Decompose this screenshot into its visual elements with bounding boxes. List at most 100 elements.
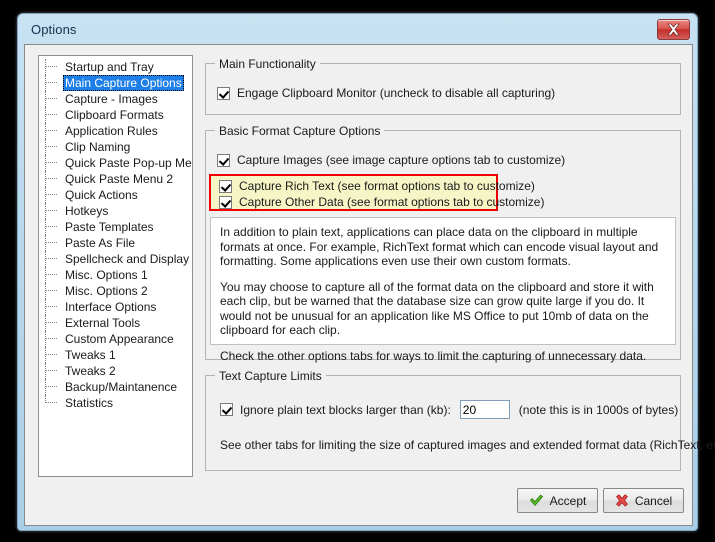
main-functionality-group: Main Functionality Engage Clipboard Moni…	[205, 57, 681, 115]
sidebar-item-label: Startup and Tray	[65, 60, 154, 74]
accept-button[interactable]: Accept	[517, 488, 598, 513]
tree-branch-icon	[45, 146, 57, 148]
tree-branch-icon	[45, 82, 57, 84]
tree-list: Startup and Tray Main Capture Options Capt…	[39, 59, 192, 411]
text-size-limit-input[interactable]	[459, 400, 510, 419]
sidebar-item-clip-naming[interactable]: Clip Naming	[39, 139, 192, 155]
description-paragraph-2: You may choose to capture all of the for…	[220, 279, 654, 338]
tree-branch-icon	[45, 98, 57, 100]
tree-branch-icon	[45, 130, 57, 132]
tree-branch-icon	[45, 178, 57, 180]
sidebar-item-label: Clipboard Formats	[65, 108, 164, 122]
format-description-panel: In addition to plain text, applications …	[210, 217, 676, 363]
sidebar-item-misc-options-2[interactable]: Misc. Options 2	[39, 283, 192, 299]
description-paragraph-3: Check the other options tabs for ways to…	[220, 348, 647, 363]
capture-other-data-row[interactable]: Capture Other Data (see format options t…	[219, 195, 544, 209]
sidebar-item-capture-images[interactable]: Capture - Images	[39, 91, 192, 107]
options-category-tree[interactable]: Startup and Tray Main Capture Options Capt…	[38, 55, 193, 477]
text-size-limit-note: (note this is in 1000s of bytes)	[518, 402, 679, 417]
window-title: Options	[31, 22, 77, 37]
sidebar-item-hotkeys[interactable]: Hotkeys	[39, 203, 192, 219]
sidebar-item-paste-as-file[interactable]: Paste As File	[39, 235, 192, 251]
capture-images-row[interactable]: Capture Images (see image capture option…	[217, 153, 565, 167]
sidebar-item-label: Quick Actions	[65, 188, 138, 202]
tree-branch-icon	[45, 194, 57, 196]
sidebar-item-label: Misc. Options 2	[65, 284, 148, 298]
engage-clipboard-monitor-label: Engage Clipboard Monitor (uncheck to dis…	[237, 86, 556, 100]
tree-branch-icon	[45, 258, 57, 260]
sidebar-item-label: Custom Appearance	[65, 332, 174, 346]
highlight-annotation-box: Capture Rich Text (see format options ta…	[209, 174, 544, 211]
ignore-large-text-checkbox[interactable]	[220, 403, 233, 416]
sidebar-item-label: Capture - Images	[65, 92, 158, 106]
main-functionality-title: Main Functionality	[215, 57, 320, 71]
sidebar-item-label: Tweaks 2	[65, 364, 116, 378]
text-capture-footer-note: See other tabs for limiting the size of …	[220, 438, 715, 452]
tree-branch-icon	[45, 386, 57, 388]
cancel-button-label: Cancel	[634, 493, 673, 508]
sidebar-item-custom-appearance[interactable]: Custom Appearance	[39, 331, 192, 347]
tree-branch-icon	[45, 338, 57, 340]
ignore-large-text-label: Ignore plain text blocks larger than (kb…	[240, 402, 451, 417]
basic-format-capture-group: Basic Format Capture Options Capture Ima…	[205, 124, 681, 363]
sidebar-item-quick-actions[interactable]: Quick Actions	[39, 187, 192, 203]
green-check-icon	[529, 494, 544, 507]
cancel-button[interactable]: Cancel	[603, 488, 684, 513]
description-paragraph-1: In addition to plain text, applications …	[220, 225, 659, 268]
capture-rich-text-label: Capture Rich Text (see format options ta…	[239, 179, 535, 193]
ignore-large-text-row[interactable]: Ignore plain text blocks larger than (kb…	[220, 400, 678, 419]
tree-branch-icon	[45, 370, 57, 372]
sidebar-item-backup-maintanence[interactable]: Backup/Maintanence	[39, 379, 192, 395]
close-x-icon	[667, 23, 680, 36]
sidebar-item-tweaks-2[interactable]: Tweaks 2	[39, 363, 192, 379]
tree-branch-icon	[45, 210, 57, 212]
sidebar-item-paste-templates[interactable]: Paste Templates	[39, 219, 192, 235]
options-window: Options Startup and Tray Main Capture Opt…	[17, 13, 715, 531]
sidebar-item-misc-options-1[interactable]: Misc. Options 1	[39, 267, 192, 283]
tree-branch-icon	[45, 162, 57, 164]
engage-clipboard-monitor-checkbox[interactable]	[217, 86, 230, 100]
sidebar-item-label: Spellcheck and Display	[65, 252, 190, 266]
sidebar-item-main-capture-options[interactable]: Main Capture Options	[39, 75, 192, 91]
sidebar-item-label: Misc. Options 1	[65, 268, 148, 282]
sidebar-item-clipboard-formats[interactable]: Clipboard Formats	[39, 107, 192, 123]
sidebar-item-label: Clip Naming	[65, 140, 131, 154]
tree-branch-icon	[45, 242, 57, 244]
close-button[interactable]	[657, 19, 690, 40]
sidebar-item-interface-options[interactable]: Interface Options	[39, 299, 192, 315]
sidebar-item-quick-paste-pop-up-menu[interactable]: Quick Paste Pop-up Menu	[39, 155, 192, 171]
dialog-client-area: Startup and Tray Main Capture Options Capt…	[24, 44, 715, 526]
tree-branch-icon	[45, 274, 57, 276]
sidebar-item-label: Quick Paste Pop-up Menu	[65, 156, 193, 170]
capture-images-checkbox[interactable]	[217, 153, 230, 167]
text-capture-limits-title: Text Capture Limits	[215, 369, 326, 383]
sidebar-item-startup-and-tray[interactable]: Startup and Tray	[39, 59, 192, 75]
capture-images-label: Capture Images (see image capture option…	[237, 153, 566, 167]
tree-branch-icon	[45, 66, 57, 68]
sidebar-item-label: External Tools	[65, 316, 141, 330]
sidebar-item-label: Application Rules	[65, 124, 158, 138]
sidebar-item-tweaks-1[interactable]: Tweaks 1	[39, 347, 192, 363]
sidebar-item-label: Quick Paste Menu 2	[65, 172, 174, 186]
text-capture-limits-group: Text Capture Limits Ignore plain text bl…	[205, 369, 715, 471]
sidebar-item-statistics[interactable]: Statistics	[39, 395, 192, 411]
sidebar-item-spellcheck-and-display[interactable]: Spellcheck and Display	[39, 251, 192, 267]
sidebar-item-label: Main Capture Options	[63, 75, 184, 91]
red-x-icon	[615, 494, 629, 507]
tree-branch-icon	[45, 402, 57, 404]
sidebar-item-label: Interface Options	[65, 300, 157, 314]
capture-rich-text-row[interactable]: Capture Rich Text (see format options ta…	[219, 179, 535, 193]
sidebar-item-label: Statistics	[65, 396, 114, 410]
capture-other-data-checkbox[interactable]	[219, 195, 232, 209]
capture-rich-text-checkbox[interactable]	[219, 179, 232, 193]
sidebar-item-label: Tweaks 1	[65, 348, 116, 362]
sidebar-item-external-tools[interactable]: External Tools	[39, 315, 192, 331]
engage-clipboard-monitor-row[interactable]: Engage Clipboard Monitor (uncheck to dis…	[217, 86, 555, 100]
sidebar-item-label: Paste Templates	[65, 220, 154, 234]
sidebar-item-quick-paste-menu-2[interactable]: Quick Paste Menu 2	[39, 171, 192, 187]
sidebar-item-label: Hotkeys	[65, 204, 109, 218]
tree-branch-icon	[45, 306, 57, 308]
tree-branch-icon	[45, 354, 57, 356]
sidebar-item-application-rules[interactable]: Application Rules	[39, 123, 192, 139]
tree-branch-icon	[45, 290, 57, 292]
